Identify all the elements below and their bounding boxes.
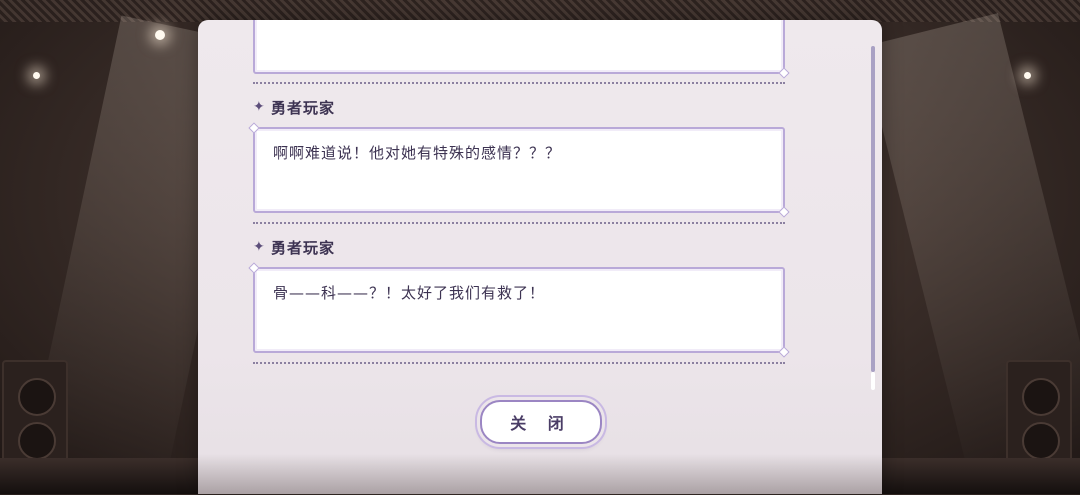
log-entry: ✦ 勇者玩家 骨——科——？！太好了我们有救了！ xyxy=(253,237,785,353)
dialog-text: 骨——科——？！太好了我们有救了！ xyxy=(273,284,546,302)
sparkle-star-icon: ✦ xyxy=(253,99,265,115)
speaker-row: ✦ 勇者玩家 xyxy=(253,237,785,257)
speaker-left xyxy=(2,360,68,474)
close-button[interactable]: 关 闭 xyxy=(480,400,602,444)
dialog-log-panel[interactable]: ✦ 勇者玩家 啊啊难道说！他对她有特殊的感情？？？ ✦ 勇者玩家 骨——科——？… xyxy=(198,20,882,494)
speaker-name: 勇者玩家 xyxy=(271,238,336,257)
sparkle-star-icon: ✦ xyxy=(253,239,265,255)
panel-bottom-fade xyxy=(198,454,882,494)
divider xyxy=(253,362,785,364)
stage-truss xyxy=(0,0,1080,22)
dialog-bubble: 骨——科——？！太好了我们有救了！ xyxy=(253,267,785,353)
log-entry: ✦ 勇者玩家 啊啊难道说！他对她有特殊的感情？？？ xyxy=(253,97,785,213)
speaker-name: 勇者玩家 xyxy=(271,98,336,117)
spotlight xyxy=(155,30,165,40)
speaker-right xyxy=(1006,360,1072,474)
spotlight xyxy=(33,72,40,79)
speaker-row: ✦ 勇者玩家 xyxy=(253,97,785,117)
dialog-bubble: 啊啊难道说！他对她有特殊的感情？？？ xyxy=(253,127,785,213)
divider xyxy=(253,82,785,84)
scrollbar[interactable] xyxy=(871,46,875,372)
dialog-bubble xyxy=(253,20,785,74)
divider xyxy=(253,222,785,224)
spotlight xyxy=(1024,72,1031,79)
dialog-text: 啊啊难道说！他对她有特殊的感情？？？ xyxy=(273,144,562,162)
scrollbar-end xyxy=(871,372,875,390)
